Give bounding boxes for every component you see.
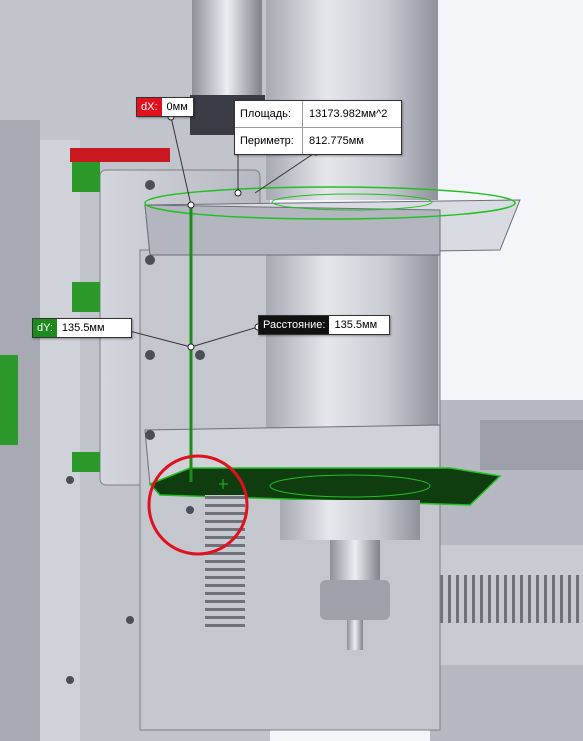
side-rail-left (0, 355, 18, 445)
spindle-tool (347, 620, 363, 650)
distance-label: Расстояние: (259, 316, 330, 334)
spindle-motor-body (266, 240, 438, 440)
distance-callout: Расстояние: 135.5мм (258, 315, 391, 335)
dx-callout: dX: 0мм (136, 97, 194, 117)
perimeter-label: Периметр: (235, 128, 303, 154)
area-label: Площадь: (235, 101, 303, 127)
area-value: 13173.982мм^2 (309, 108, 388, 120)
distance-value: 135.5мм (329, 316, 390, 334)
area-row: Площадь: 13173.982мм^2 (235, 101, 401, 127)
spindle-nose (280, 500, 420, 540)
motor-coupler (192, 0, 262, 95)
perimeter-row: Периметр: 812.775мм (235, 127, 401, 154)
spindle-nut (320, 580, 390, 620)
rail-block-top-green (72, 162, 100, 192)
dx-value: 0мм (161, 98, 193, 116)
lower-rail-track (480, 420, 583, 470)
rail-block-top (70, 148, 170, 162)
dy-callout: dY: 135.5мм (32, 318, 132, 338)
vertical-lead-screw (205, 495, 245, 630)
rail-block-mid-green (72, 282, 100, 312)
rail-block-lower-green (72, 452, 100, 472)
face-properties-callout: Площадь: 13173.982мм^2 Периметр: 812.775… (234, 100, 402, 155)
perimeter-value: 812.775мм (309, 135, 364, 147)
dy-label: dY: (33, 319, 57, 337)
left-rail-bar (40, 140, 80, 741)
dy-value: 135.5мм (56, 319, 131, 337)
upper-clamp-front (144, 204, 441, 256)
cad-viewport[interactable]: dX: 0мм Площадь: 13173.982мм^2 Периметр:… (0, 0, 583, 741)
dx-label: dX: (137, 98, 162, 116)
